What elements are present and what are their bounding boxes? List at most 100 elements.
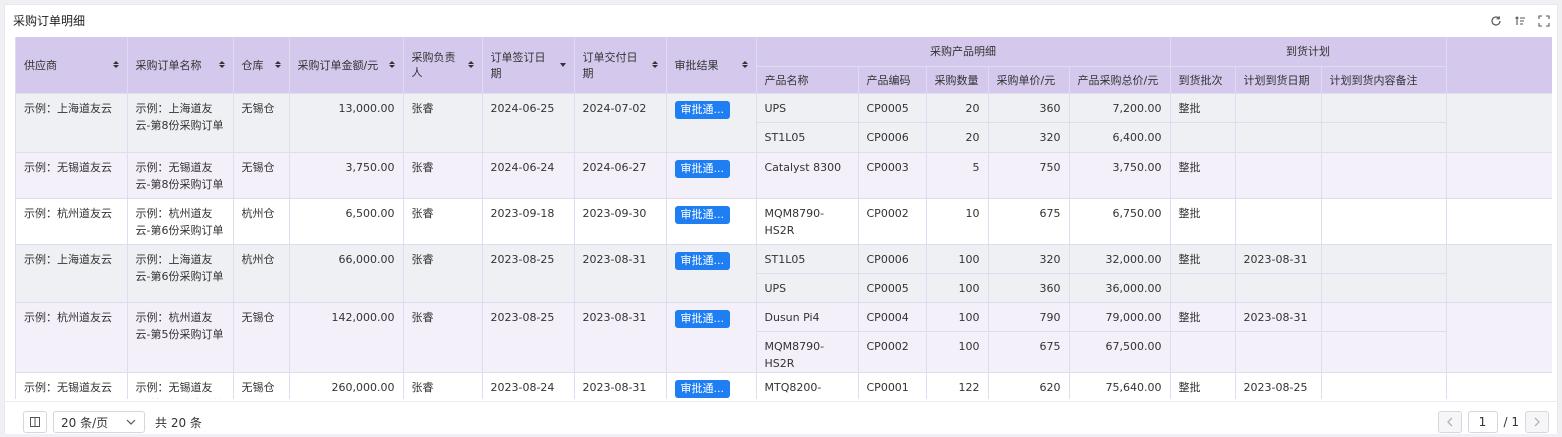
col-header-sign-date[interactable]: 订单签订日期 bbox=[482, 37, 575, 94]
table-row[interactable]: 示例：上海道友云 示例：上海道友云-第8份采购订单 无锡仓 13,000.00 … bbox=[16, 93, 1552, 153]
cell-unit-price: 790 bbox=[988, 302, 1070, 332]
cell-qty: 122 bbox=[926, 372, 989, 399]
column-settings-button[interactable] bbox=[23, 411, 47, 433]
approval-badge[interactable]: 审批通... bbox=[674, 100, 730, 119]
chevron-down-icon bbox=[126, 419, 136, 425]
page-number-input[interactable]: 1 bbox=[1467, 411, 1498, 433]
cell-unit-price: 320 bbox=[988, 122, 1070, 153]
cell-total-price: 7,200.00 bbox=[1069, 93, 1171, 123]
table-footer: 20 条/页 共 20 条 1 / 1 bbox=[5, 401, 1557, 434]
cell-product-code: CP0003 bbox=[858, 152, 927, 199]
col-header-warehouse[interactable]: 仓库 bbox=[233, 37, 290, 94]
page-size-select[interactable]: 20 条/页 bbox=[53, 411, 145, 433]
cell-approval: 审批通... bbox=[666, 302, 757, 373]
table-row[interactable]: 示例：无锡道友云 示例：无锡道友云-第3份采购订单 无锡仓 260,000.00… bbox=[16, 372, 1552, 399]
next-page-button[interactable] bbox=[1525, 411, 1549, 433]
cell-plan-note bbox=[1321, 122, 1447, 153]
sort-desc-icon[interactable] bbox=[559, 62, 566, 67]
cell-sign-date: 2023-08-25 bbox=[482, 244, 575, 303]
order-table: 供应商 采购订单名称 仓库 采购订单金额/元 采购负责人 订单签订日期 订单交付… bbox=[16, 37, 1552, 399]
sort-icon[interactable] bbox=[741, 61, 748, 69]
sort-icon[interactable] bbox=[388, 61, 395, 69]
table-row[interactable]: 示例：杭州道友云 示例：杭州道友云-第5份采购订单 无锡仓 142,000.00… bbox=[16, 302, 1552, 373]
sort-icon[interactable] bbox=[218, 61, 225, 69]
col-header-product-name: 产品名称 bbox=[756, 66, 859, 94]
cell-sign-date: 2023-08-24 bbox=[482, 372, 575, 399]
panel-toolbar bbox=[1487, 13, 1553, 29]
cell-supplier: 示例：无锡道友云 bbox=[16, 372, 128, 399]
table-row[interactable]: 示例：杭州道友云 示例：杭州道友云-第6份采购订单 杭州仓 6,500.00 张… bbox=[16, 198, 1552, 245]
approval-badge[interactable]: 审批通... bbox=[674, 251, 730, 270]
sort-icon[interactable] bbox=[112, 61, 119, 69]
sort-icon[interactable] bbox=[467, 61, 474, 69]
cell-owner: 张睿 bbox=[403, 302, 483, 373]
cell-total-price: 36,000.00 bbox=[1069, 273, 1171, 303]
cell-delivery-date: 2024-07-02 bbox=[574, 93, 667, 153]
cell-approval: 审批通... bbox=[666, 152, 757, 199]
cell-product-code: CP0004 bbox=[858, 302, 927, 332]
cell-unit-price: 360 bbox=[988, 273, 1070, 303]
table-row[interactable]: 示例：上海道友云 示例：上海道友云-第6份采购订单 杭州仓 66,000.00 … bbox=[16, 244, 1552, 303]
panel-title: 采购订单明细 bbox=[13, 14, 86, 28]
cell-plan-date bbox=[1235, 331, 1322, 373]
cell-delivery-date: 2023-08-31 bbox=[574, 302, 667, 373]
cell-plan-note bbox=[1321, 93, 1447, 123]
col-header-order-name[interactable]: 采购订单名称 bbox=[127, 37, 234, 94]
cell-warehouse: 无锡仓 bbox=[233, 93, 290, 153]
cell-plan-date bbox=[1235, 152, 1322, 199]
cell-batch: 整批 bbox=[1170, 372, 1236, 399]
cell-qty: 100 bbox=[926, 273, 989, 303]
approval-badge[interactable]: 审批通... bbox=[674, 309, 730, 328]
cell-approval: 审批通... bbox=[666, 93, 757, 153]
cell-plan-note bbox=[1321, 302, 1447, 332]
col-header-plan-note: 计划到货内容备注 bbox=[1321, 66, 1447, 94]
col-header-qty: 采购数量 bbox=[926, 66, 989, 94]
cell-batch bbox=[1170, 122, 1236, 153]
cell-warehouse: 无锡仓 bbox=[233, 152, 290, 199]
cell-order-name: 示例：杭州道友云-第5份采购订单 bbox=[127, 302, 234, 373]
cell-warehouse: 杭州仓 bbox=[233, 244, 290, 303]
cell-supplier: 示例：上海道友云 bbox=[16, 244, 128, 303]
order-table-wrap: 供应商 采购订单名称 仓库 采购订单金额/元 采购负责人 订单签订日期 订单交付… bbox=[15, 37, 1552, 399]
cell-unit-price: 675 bbox=[988, 198, 1070, 245]
col-header-approval[interactable]: 审批结果 bbox=[666, 37, 757, 94]
col-header-amount[interactable]: 采购订单金额/元 bbox=[289, 37, 404, 94]
sort-settings-button[interactable] bbox=[1511, 13, 1529, 29]
cell-batch: 整批 bbox=[1170, 152, 1236, 199]
refresh-button[interactable] bbox=[1487, 13, 1505, 29]
cell-unit-price: 620 bbox=[988, 372, 1070, 399]
cell-amount: 13,000.00 bbox=[289, 93, 404, 153]
cell-spacer bbox=[1446, 244, 1552, 303]
cell-owner: 张睿 bbox=[403, 244, 483, 303]
cell-spacer bbox=[1446, 302, 1552, 373]
purchase-order-panel: 采购订单明细 供应商 采购订单名称 仓库 采购订单金额/元 采购负责人 订单签订… bbox=[4, 4, 1558, 434]
col-header-supplier[interactable]: 供应商 bbox=[16, 37, 128, 94]
cell-product-code: CP0005 bbox=[858, 93, 927, 123]
col-header-owner[interactable]: 采购负责人 bbox=[403, 37, 483, 94]
panel-header: 采购订单明细 bbox=[5, 5, 1557, 35]
cell-amount: 260,000.00 bbox=[289, 372, 404, 399]
cell-plan-note bbox=[1321, 244, 1447, 274]
cell-total-price: 67,500.00 bbox=[1069, 331, 1171, 373]
cell-qty: 20 bbox=[926, 122, 989, 153]
cell-qty: 100 bbox=[926, 244, 989, 274]
fullscreen-button[interactable] bbox=[1535, 13, 1553, 29]
approval-badge[interactable]: 审批通... bbox=[674, 159, 730, 178]
cell-supplier: 示例：无锡道友云 bbox=[16, 152, 128, 199]
sort-icon[interactable] bbox=[274, 61, 281, 69]
cell-total-price: 32,000.00 bbox=[1069, 244, 1171, 274]
cell-unit-price: 320 bbox=[988, 244, 1070, 274]
col-header-delivery-date[interactable]: 订单交付日期 bbox=[574, 37, 667, 94]
cell-qty: 20 bbox=[926, 93, 989, 123]
cell-order-name: 示例：上海道友云-第6份采购订单 bbox=[127, 244, 234, 303]
approval-badge[interactable]: 审批通... bbox=[674, 379, 730, 398]
cell-qty: 10 bbox=[926, 198, 989, 245]
col-header-plan-date: 计划到货日期 bbox=[1235, 66, 1322, 94]
sort-icon[interactable] bbox=[651, 61, 658, 69]
cell-product-name: Dusun Pi4 bbox=[756, 302, 859, 332]
approval-badge[interactable]: 审批通... bbox=[674, 205, 730, 224]
cell-batch: 整批 bbox=[1170, 198, 1236, 245]
cell-amount: 6,500.00 bbox=[289, 198, 404, 245]
table-row[interactable]: 示例：无锡道友云 示例：无锡道友云-第8份采购订单 无锡仓 3,750.00 张… bbox=[16, 152, 1552, 199]
prev-page-button[interactable] bbox=[1437, 411, 1462, 433]
